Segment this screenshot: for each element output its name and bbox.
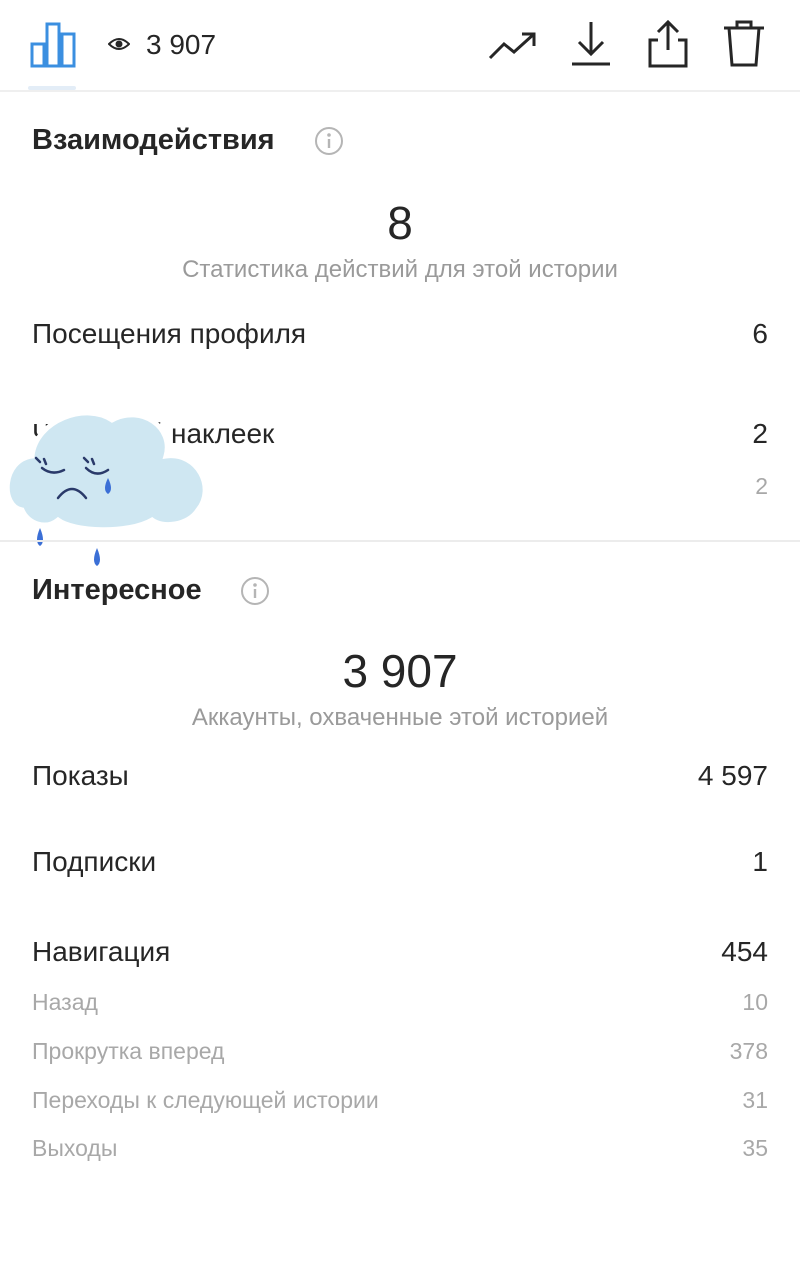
list-item: Выходы 35 [32,1132,768,1164]
trend-icon[interactable] [488,28,538,62]
list-item: Показы 4 597 [32,756,768,796]
row-value: 2 [755,472,768,499]
share-icon[interactable] [646,18,690,70]
row-value: 1 [752,846,768,877]
row-value: 10 [742,988,768,1015]
bar-chart-icon[interactable] [30,20,76,68]
list-item: Переходы к следующей истории 31 [32,1084,768,1116]
download-icon[interactable] [570,18,612,68]
crying-cloud-sticker [4,410,208,566]
row-value: 4 597 [697,760,768,791]
row-label: Выходы [32,1134,118,1161]
list-item: Прокрутка вперед 378 [32,1035,768,1067]
row-value: 378 [729,1037,768,1064]
top-bar: 3 907 [0,0,800,92]
row-label: Переходы к следующей истории [32,1086,379,1113]
trash-icon[interactable] [722,18,766,68]
interactions-total: 8 [387,197,413,249]
info-icon[interactable] [314,126,344,156]
info-icon[interactable] [240,576,270,606]
row-value: 31 [742,1086,768,1113]
section-divider [0,540,800,542]
row-label: Навигация [32,936,171,967]
discovery-title: Интересное [32,574,202,606]
eye-icon [108,38,130,50]
list-item: Посещения профиля 6 [32,314,768,354]
views-count: 3 907 [146,29,217,60]
interactions-caption: Статистика действий для этой истории [182,256,618,283]
row-label: Прокрутка вперед [32,1037,225,1064]
row-label: Назад [32,988,98,1015]
row-value: 2 [752,418,768,449]
row-label: Посещения профиля [32,318,307,349]
row-label: Показы [32,760,129,791]
list-item: Подписки 1 [32,842,768,882]
discovery-caption: Аккаунты, охваченные этой историей [191,704,609,731]
list-item: Навигация 454 [32,932,768,972]
row-value: 6 [752,318,768,349]
discovery-total: 3 907 [342,645,458,697]
row-label: Подписки [32,846,157,877]
list-item: Назад 10 [32,986,768,1018]
active-tab-indicator [28,86,76,90]
row-value: 35 [742,1134,768,1161]
row-value: 454 [721,936,768,967]
interactions-title: Взаимодействия [32,124,275,156]
